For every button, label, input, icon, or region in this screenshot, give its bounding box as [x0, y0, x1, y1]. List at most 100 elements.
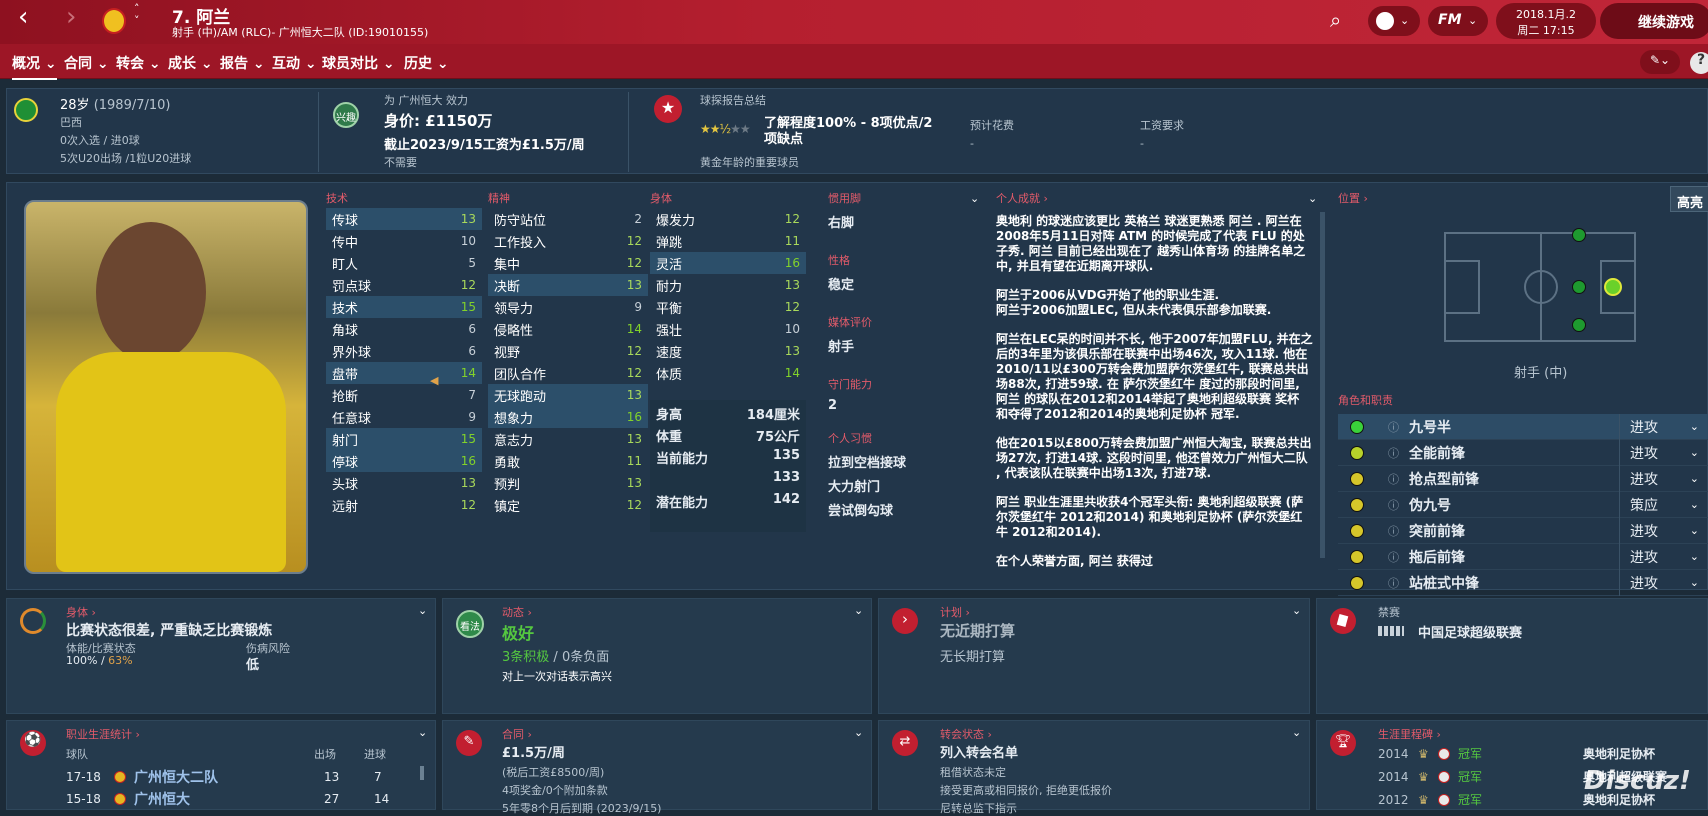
attribute-name: 任意球: [332, 411, 372, 427]
help-icon[interactable]: ?: [1690, 52, 1708, 74]
menu-item-2[interactable]: 转会 ⌄: [116, 53, 161, 73]
transfer-offer: 接受更高或相同报价, 拒绝更低报价: [940, 784, 1112, 797]
chevron-down-icon[interactable]: ⌄: [418, 726, 427, 739]
info-icon[interactable]: ⓘ: [1388, 523, 1399, 539]
menu-item-5[interactable]: 互动 ⌄: [272, 53, 317, 73]
transfer-loan: 租借状态未定: [940, 766, 1006, 779]
menu-item-0[interactable]: 概况 ⌄: [12, 53, 57, 80]
role-row[interactable]: ⓘ 伪九号 策应 ⌄: [1338, 491, 1708, 518]
nation-text: 巴西: [60, 116, 82, 129]
morale-title[interactable]: 动态 ›: [502, 604, 532, 620]
attribute-row: 界外球 6: [326, 340, 482, 362]
role-row[interactable]: ⓘ 拖后前锋 进攻 ⌄: [1338, 543, 1708, 570]
chevron-down-icon[interactable]: ⌄: [1292, 604, 1301, 617]
chevron-down-icon[interactable]: ⌄: [1308, 192, 1317, 205]
attribute-row: 集中 12: [488, 252, 648, 274]
chevron-down-icon[interactable]: ⌄: [418, 604, 427, 617]
attribute-value: 12: [460, 498, 476, 512]
career-scrollbar[interactable]: [420, 766, 424, 780]
attribute-name: 盘带: [332, 367, 359, 383]
info-icon[interactable]: ⓘ: [1388, 445, 1399, 461]
role-row[interactable]: ⓘ 抢点型前锋 进攻 ⌄: [1338, 465, 1708, 492]
honour-competition: 奥地利足协杯: [1583, 747, 1656, 761]
club-crest-icon: [1438, 793, 1450, 806]
attribute-value: 14: [460, 366, 476, 380]
transfer-headline: 列入转会名单: [940, 746, 1019, 761]
bio-title[interactable]: 个人成就 ›: [996, 190, 1048, 206]
attribute-name: 爆发力: [656, 213, 696, 229]
transfer-title[interactable]: 转会状态 ›: [940, 726, 992, 742]
chevron-down-icon[interactable]: ⌄: [854, 604, 863, 617]
chevron-down-icon[interactable]: ⌄: [1292, 726, 1301, 739]
role-row[interactable]: ⓘ 全能前锋 进攻 ⌄: [1338, 439, 1708, 466]
honour-year: 2012: [1378, 792, 1409, 807]
career-col-team: 球队: [66, 748, 88, 761]
career-team[interactable]: 广州恒大: [134, 789, 324, 809]
info-icon[interactable]: ⓘ: [1388, 419, 1399, 435]
attribute-value: 12: [626, 256, 642, 270]
pa-label: 潜在能力: [656, 496, 709, 511]
attribute-value: 14: [626, 322, 642, 336]
attribute-row: 团队合作 12: [488, 362, 648, 384]
fitness-title[interactable]: 身体 ›: [66, 604, 96, 620]
globe-menu-button[interactable]: ⌄: [1368, 6, 1420, 36]
bio-scrollbar[interactable]: [1320, 212, 1325, 558]
chevron-down-icon[interactable]: ⌄: [970, 192, 979, 205]
role-row[interactable]: ⓘ 突前前锋 进攻 ⌄: [1338, 517, 1708, 544]
info-icon[interactable]: ⓘ: [1388, 471, 1399, 487]
role-duty-dropdown[interactable]: 进攻 ⌄: [1619, 465, 1699, 492]
attribute-value: 15: [460, 300, 476, 314]
decline-arrow-icon: ◀: [430, 374, 439, 387]
sharpness-value: 63%: [108, 654, 133, 667]
position-title[interactable]: 位置 ›: [1338, 190, 1368, 206]
attribute-name: 体质: [656, 367, 683, 383]
menu-item-1[interactable]: 合同 ⌄: [64, 53, 109, 73]
info-icon[interactable]: ⓘ: [1388, 549, 1399, 565]
chevron-down-icon: ⌄: [1689, 472, 1699, 485]
mental-attributes: 防守站位 2 工作投入 12 集中 12 决断 13 领导力 9 侵略性 14 视野 12 团队合作 12 无球…: [488, 208, 648, 516]
career-title[interactable]: 职业生涯统计 ›: [66, 726, 140, 742]
info-icon[interactable]: ⓘ: [1388, 575, 1399, 591]
attribute-row: 技术 15: [326, 296, 482, 318]
role-duty-dropdown[interactable]: 策应 ⌄: [1619, 491, 1699, 518]
ban-line: 中国足球超级联赛: [1418, 626, 1523, 641]
ca-value-2: 133: [772, 470, 800, 485]
position-name: 射手 (中): [1514, 366, 1568, 381]
career-season: 15-18: [66, 792, 101, 806]
menu-item-4[interactable]: 报告 ⌄: [220, 53, 265, 73]
contract-title[interactable]: 合同 ›: [502, 726, 532, 742]
menu-item-3[interactable]: 成长 ⌄: [168, 53, 213, 73]
fee-label: 预计花费: [970, 119, 1014, 132]
edit-menu-button[interactable]: ✎⌄: [1640, 50, 1680, 74]
fm-menu-button[interactable]: FM ⌄: [1428, 6, 1488, 36]
role-duty-dropdown[interactable]: 进攻 ⌄: [1619, 569, 1699, 596]
role-row[interactable]: ⓘ 九号半 进攻 ⌄: [1338, 413, 1708, 440]
role-duty-dropdown[interactable]: 进攻 ⌄: [1619, 413, 1699, 440]
career-team[interactable]: 广州恒大二队: [134, 767, 324, 787]
career-goals: 14: [374, 792, 390, 806]
plans-title[interactable]: 计划 ›: [940, 604, 970, 620]
role-duty-dropdown[interactable]: 进攻 ⌄: [1619, 439, 1699, 466]
need-text: 不需要: [384, 156, 417, 169]
chevron-down-icon: ⌄: [1689, 446, 1699, 459]
continue-button[interactable]: 继续游戏: [1600, 3, 1708, 39]
attribute-row: 工作投入 12: [488, 230, 648, 252]
player-switch-icon[interactable]: ˄ ˅: [134, 3, 140, 27]
info-icon[interactable]: ⓘ: [1388, 497, 1399, 513]
role-duty-dropdown[interactable]: 进攻 ⌄: [1619, 517, 1699, 544]
attribute-name: 技术: [332, 301, 359, 317]
honours-title[interactable]: 生涯里程碑 ›: [1378, 726, 1441, 742]
ban-title: 禁赛: [1378, 606, 1400, 619]
menu-item-6[interactable]: 球员对比 ⌄: [322, 53, 395, 73]
role-duty-dropdown[interactable]: 进攻 ⌄: [1619, 543, 1699, 570]
role-row[interactable]: ⓘ 站桩式中锋 进攻 ⌄: [1338, 569, 1708, 596]
career-apps: 27: [324, 792, 340, 806]
menu-item-7[interactable]: 历史 ⌄: [404, 53, 449, 73]
divider: [628, 92, 629, 172]
caps-text: 0次入选 / 进0球: [60, 134, 140, 147]
chevron-down-icon[interactable]: ⌄: [854, 726, 863, 739]
search-icon[interactable]: ⌕: [1330, 8, 1341, 32]
back-arrow-icon[interactable]: ‹: [18, 2, 28, 32]
forward-arrow-icon[interactable]: ›: [66, 2, 76, 32]
highlight-button[interactable]: 高亮: [1670, 186, 1708, 212]
